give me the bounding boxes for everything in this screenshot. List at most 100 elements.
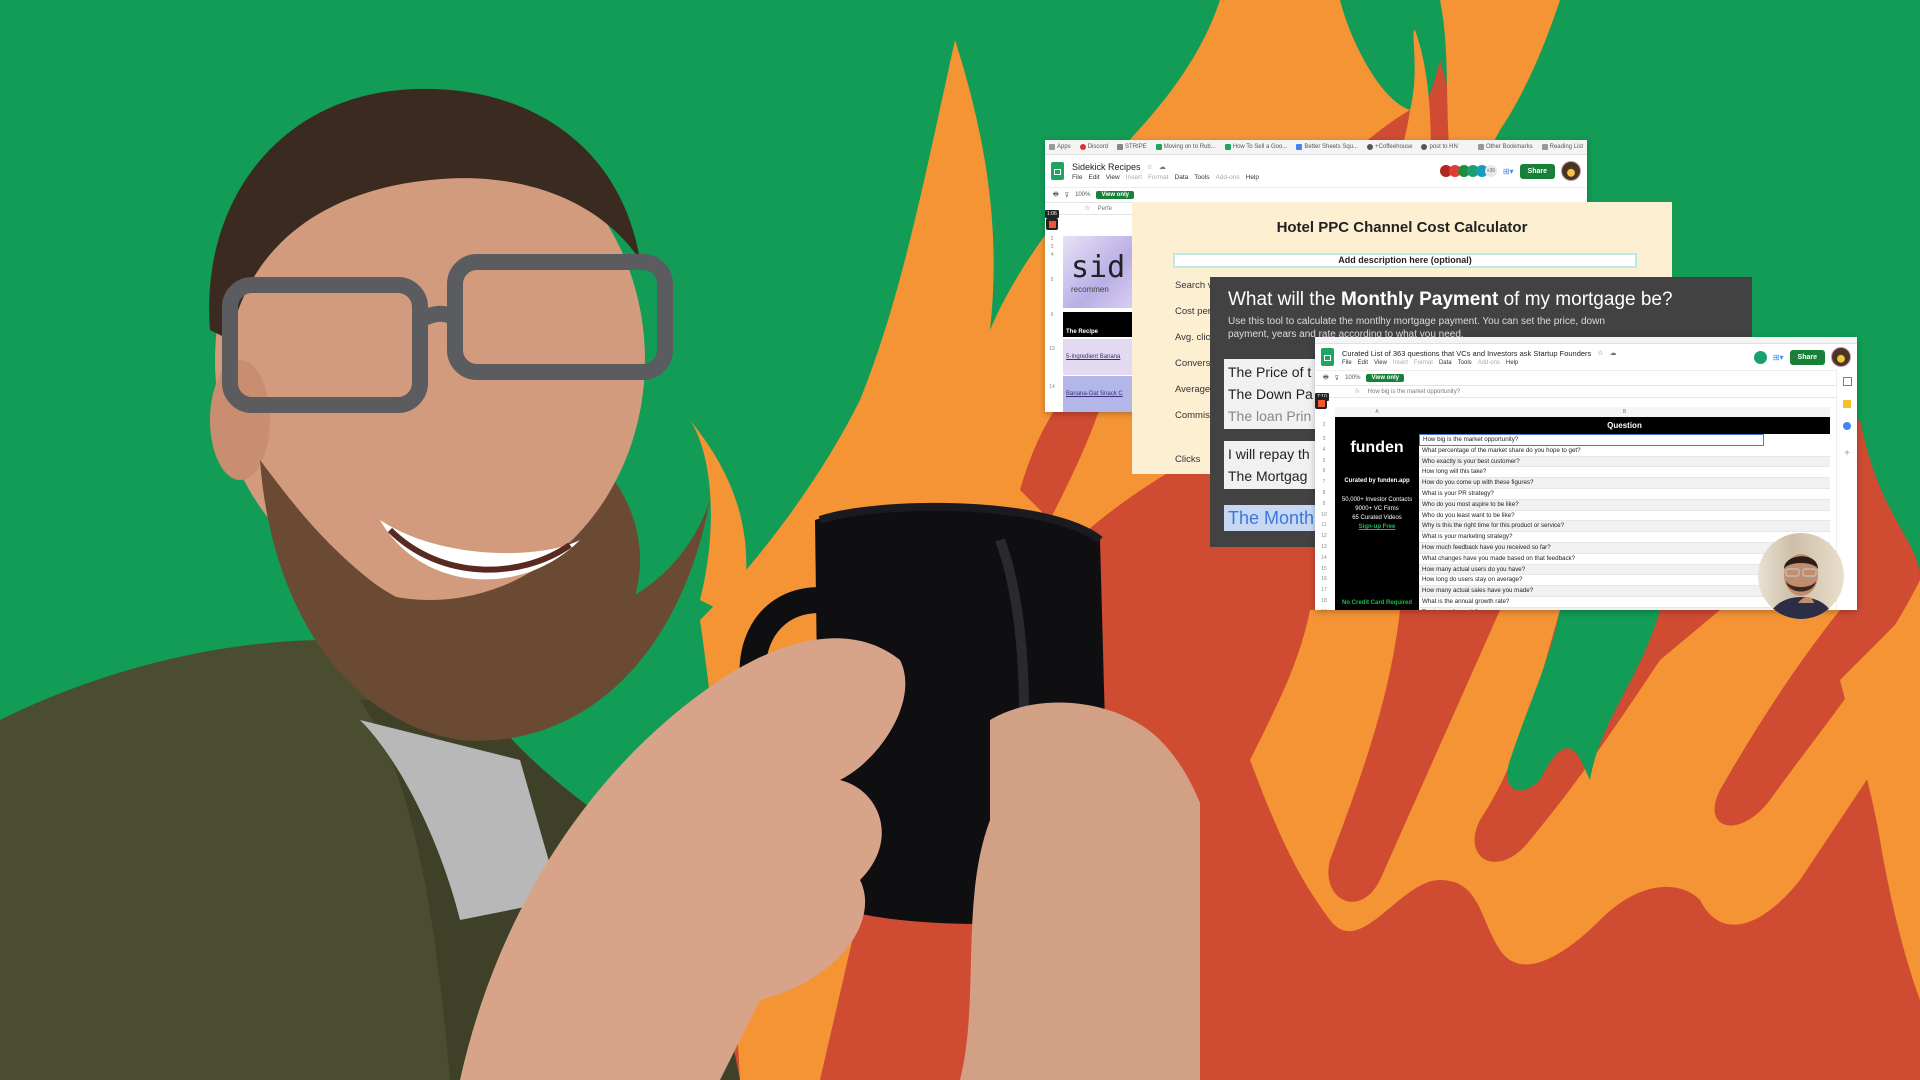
row-number[interactable]: 5 [1317, 456, 1331, 467]
mortgage-rate-row[interactable]: The Mortgag [1228, 465, 1328, 487]
user-avatar[interactable] [1561, 161, 1581, 181]
menu-file[interactable]: File [1342, 360, 1352, 366]
row-number[interactable]: 16 [1317, 574, 1331, 585]
sheets-logo-icon[interactable] [1051, 162, 1064, 180]
row-number[interactable]: 18 [1317, 596, 1331, 607]
question-row[interactable]: What percentage of the market share do y… [1419, 446, 1830, 457]
question-row[interactable]: How long will this take? [1419, 467, 1830, 479]
row-number[interactable]: 9 [1317, 499, 1331, 510]
menu-data[interactable]: Data [1439, 360, 1452, 366]
bookmark-moving-on[interactable]: Moving on to Rub... [1155, 144, 1216, 150]
row-number[interactable]: 19 [1317, 607, 1331, 610]
bookmark-how-to-sell[interactable]: How To Sell a Goo... [1224, 144, 1287, 150]
row-number[interactable]: 12 [1317, 531, 1331, 542]
description-field[interactable]: Add description here (optional) [1173, 253, 1637, 268]
add-addon-icon[interactable]: + [1837, 448, 1857, 459]
collaborator-avatars[interactable]: +36 [1439, 165, 1497, 177]
webcam-bubble[interactable] [1758, 533, 1844, 619]
menu-tools[interactable]: Tools [1458, 360, 1472, 366]
share-button[interactable]: Share [1519, 163, 1555, 179]
formula-text[interactable]: Perfe [1098, 206, 1112, 212]
menu-insert[interactable]: Insert [1393, 360, 1408, 366]
record-stop-button[interactable] [1315, 397, 1327, 409]
filter-icon[interactable]: ⊽ [1335, 375, 1339, 382]
row-number[interactable]: 10 [1317, 510, 1331, 521]
menu-format[interactable]: Format [1148, 174, 1169, 181]
bookmark-coffeehouse[interactable]: +Coffeehouse [1367, 144, 1412, 150]
zoom-select[interactable]: 100% [1345, 375, 1360, 381]
zoom-select[interactable]: 100% [1075, 192, 1090, 198]
menu-view[interactable]: View [1374, 360, 1387, 366]
recipe-link[interactable]: 5-Ingredient Banana [1066, 354, 1120, 360]
bookmark-stripe[interactable]: STRIPE [1117, 144, 1147, 150]
question-row[interactable]: Who do you most aspire to be like? [1419, 499, 1830, 511]
menu-view[interactable]: View [1106, 174, 1120, 181]
print-icon[interactable]: 🖶 [1323, 373, 1329, 383]
sheets-header: Sidekick Recipes ☆ ☁ File Edit View Inse… [1045, 155, 1587, 188]
menu-help[interactable]: Help [1246, 174, 1259, 181]
keep-icon[interactable] [1843, 400, 1851, 408]
collaborator-avatar[interactable] [1753, 350, 1767, 364]
menu-insert[interactable]: Insert [1126, 174, 1142, 181]
present-icon[interactable]: ⊞▾ [1503, 167, 1514, 176]
filter-icon[interactable]: ⊽ [1065, 192, 1069, 199]
bookmark-discord[interactable]: Discord [1079, 144, 1108, 150]
question-row[interactable]: What is your marketing strategy? [1419, 532, 1830, 543]
question-row[interactable]: Why is this the right time for this prod… [1419, 521, 1830, 533]
menu-addons[interactable]: Add-ons [1215, 174, 1239, 181]
menu-addons[interactable]: Add-ons [1478, 360, 1500, 366]
repay-years-row[interactable]: I will repay th [1228, 443, 1328, 465]
menu-tools[interactable]: Tools [1194, 174, 1209, 181]
row-number[interactable]: 15 [1317, 564, 1331, 575]
menu-help[interactable]: Help [1506, 360, 1518, 366]
star-icon[interactable]: ☆ [1147, 163, 1153, 171]
menu-edit[interactable]: Edit [1088, 174, 1099, 181]
doc-title[interactable]: Sidekick Recipes [1072, 162, 1141, 172]
menu-format[interactable]: Format [1414, 360, 1433, 366]
row-number[interactable]: 13 [1317, 542, 1331, 553]
column-header-a[interactable]: A [1335, 407, 1419, 417]
menu-data[interactable]: Data [1175, 174, 1189, 181]
star-icon[interactable]: ☆ [1597, 349, 1603, 357]
bookmark-apps[interactable]: Apps [1049, 144, 1071, 150]
row-number[interactable]: 2 [1317, 417, 1331, 434]
doc-title[interactable]: Curated List of 363 questions that VCs a… [1342, 349, 1591, 358]
formula-text[interactable]: How big is the market opportunity? [1368, 389, 1460, 395]
row-number[interactable]: 11 [1317, 520, 1331, 531]
row-number[interactable]: 8 [1317, 488, 1331, 499]
question-row[interactable]: Who exactly is your best customer? [1419, 456, 1830, 468]
question-row[interactable]: What is your PR strategy? [1419, 489, 1830, 500]
question-row[interactable]: Total rate of growth? [1419, 607, 1830, 610]
row-number[interactable]: 17 [1317, 585, 1331, 596]
print-icon[interactable]: 🖶 [1053, 190, 1059, 200]
recipe-link[interactable]: Banana-Oat Snack C [1066, 391, 1123, 397]
calendar-icon[interactable] [1842, 377, 1852, 386]
present-icon[interactable]: ⊞▾ [1773, 353, 1784, 362]
bookmark-better-sheets[interactable]: Better Sheets Squ... [1296, 144, 1358, 150]
down-payment-row[interactable]: The Down Pa [1228, 383, 1328, 405]
signup-link[interactable]: Sign-up Free [1335, 523, 1419, 532]
user-avatar[interactable] [1831, 347, 1851, 367]
bookmark-other[interactable]: Other Bookmarks [1477, 144, 1533, 150]
row-number[interactable]: 3 [1317, 434, 1331, 445]
cloud-icon: ☁ [1158, 163, 1166, 171]
menu-edit[interactable]: Edit [1358, 360, 1368, 366]
share-button[interactable]: Share [1789, 349, 1825, 365]
question-row[interactable]: Who do you least want to be like? [1419, 511, 1830, 522]
question-row[interactable]: How big is the market opportunity? [1419, 434, 1764, 446]
bookmark-post-to-hn[interactable]: post to HN [1421, 144, 1458, 150]
price-row[interactable]: The Price of t [1228, 361, 1328, 383]
sheets-logo-icon[interactable] [1321, 348, 1334, 366]
view-only-button[interactable]: View only [1366, 374, 1405, 382]
record-stop-button[interactable] [1046, 218, 1058, 230]
bookmark-reading-list[interactable]: Reading List [1541, 144, 1583, 150]
column-header-b[interactable]: B [1419, 407, 1830, 417]
menu-file[interactable]: File [1072, 174, 1082, 181]
row-number[interactable]: 4 [1317, 445, 1331, 456]
view-only-button[interactable]: View only [1096, 191, 1135, 199]
row-number[interactable]: 6 [1317, 466, 1331, 477]
row-number[interactable]: 14 [1317, 553, 1331, 564]
row-number[interactable]: 7 [1317, 477, 1331, 488]
question-row[interactable]: How do you come up with these figures? [1419, 478, 1830, 489]
tasks-icon[interactable] [1843, 422, 1851, 430]
